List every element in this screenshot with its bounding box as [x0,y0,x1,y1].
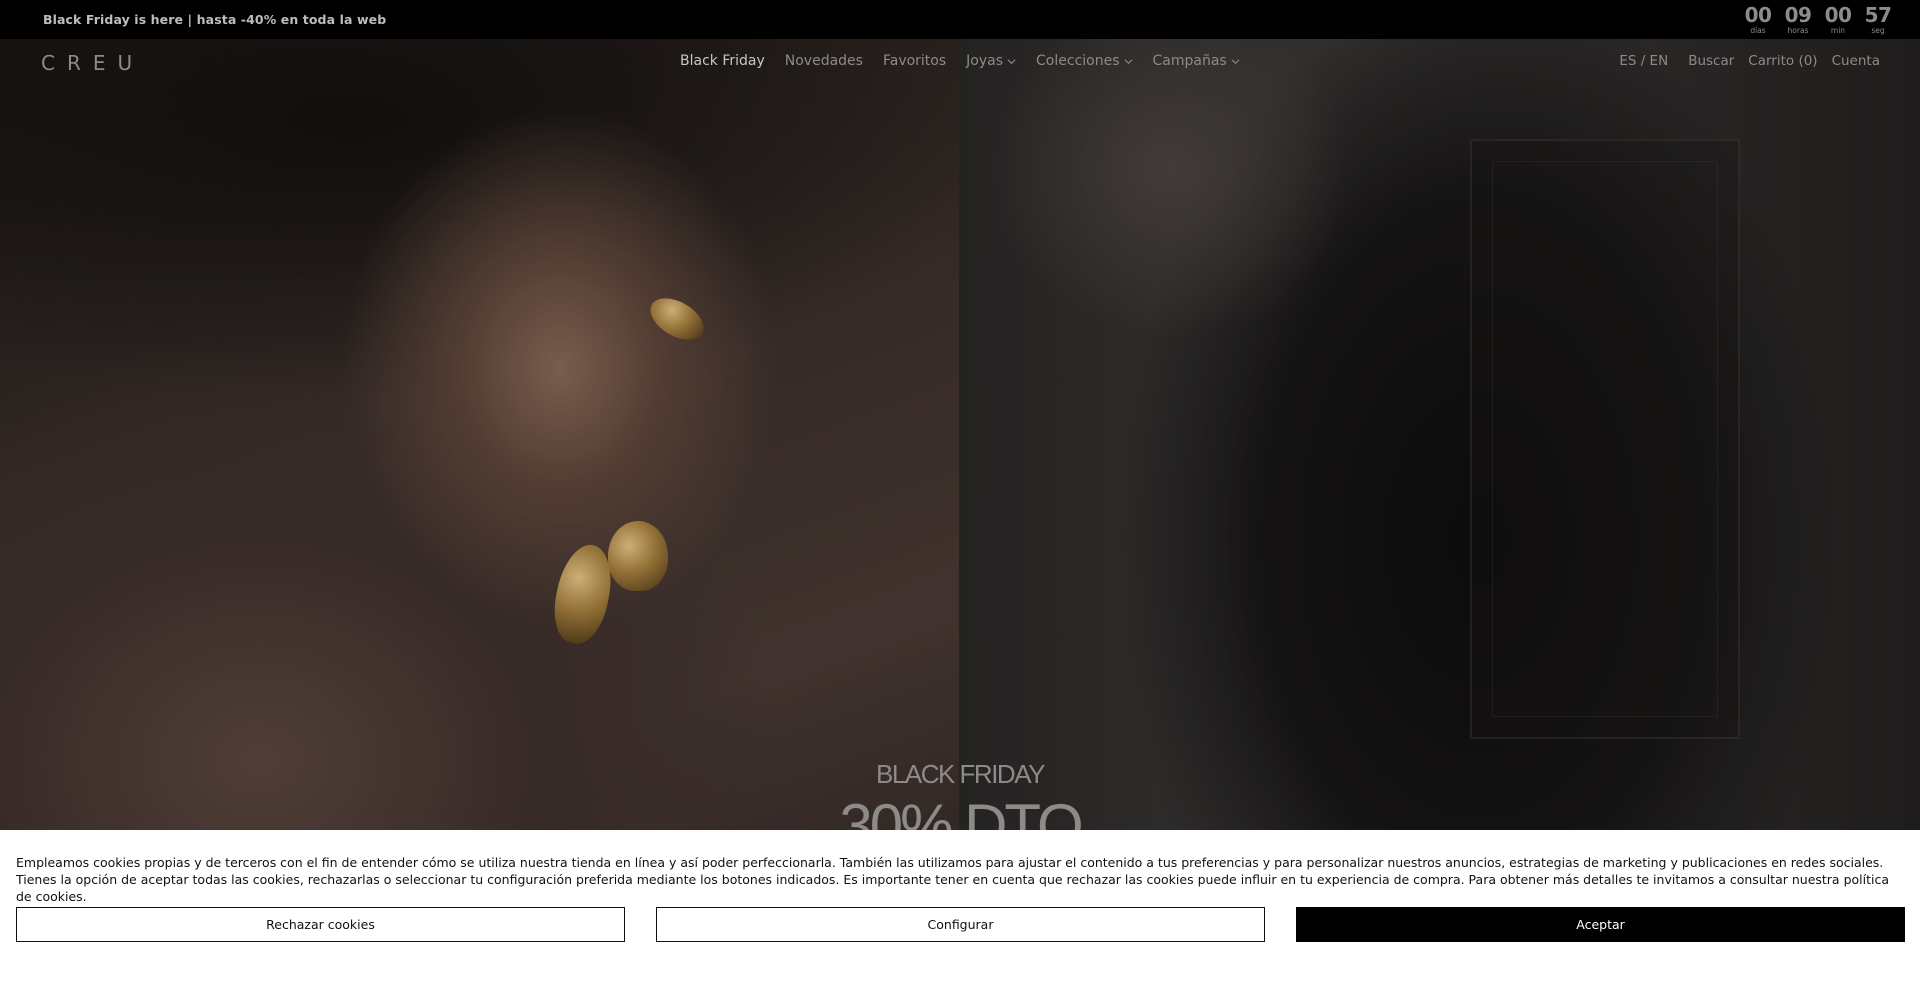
nav-item-label: Colecciones [1036,53,1120,69]
countdown-minutes: 00 min [1824,4,1852,35]
language-switcher[interactable]: ES / EN [1619,53,1668,69]
announcement-bar: Black Friday is here | hasta -40% en tod… [0,0,1920,39]
countdown-hours-label: horas [1787,26,1809,35]
countdown-seconds: 57 seg [1864,4,1892,35]
site-header: CREU Black Friday Novedades Favoritos Jo… [0,39,1920,85]
countdown-days-label: días [1750,26,1766,35]
nav-item-colecciones[interactable]: Colecciones [1036,53,1132,69]
nav-item-label: Black Friday [680,53,765,69]
promo-text: Black Friday is here | hasta -40% en tod… [43,12,387,27]
chevron-down-icon [1007,58,1016,64]
countdown-minutes-label: min [1830,26,1846,35]
hero-kicker: BLACK FRIDAY [876,759,1045,789]
countdown-hours-value: 09 [1784,3,1812,27]
countdown-days: 00 días [1744,4,1772,35]
nav-item-label: Novedades [784,53,863,69]
nav-item-label: Campañas [1152,53,1227,69]
nav-item-black-friday[interactable]: Black Friday [680,53,765,69]
countdown-days-value: 00 [1744,3,1772,27]
nav-item-favoritos[interactable]: Favoritos [883,53,946,69]
nav-item-label: Favoritos [882,53,947,69]
cookie-text: Empleamos cookies propias y de terceros … [16,855,1890,904]
configure-cookies-button[interactable]: Configurar [656,907,1265,942]
countdown-hours: 09 horas [1784,4,1812,35]
countdown-seconds-value: 57 [1864,3,1892,27]
chevron-down-icon [1124,58,1132,64]
account-link[interactable]: Cuenta [1832,53,1880,69]
countdown-timer: 00 días 09 horas 00 min 57 seg [1744,4,1892,35]
reject-cookies-button[interactable]: Rechazar cookies [16,907,625,942]
brand-logo[interactable]: CREU [41,51,144,75]
accept-cookies-button[interactable]: Aceptar [1296,907,1905,942]
cookie-actions: Rechazar cookies Configurar Aceptar [16,907,1905,942]
chevron-down-icon [1231,58,1240,64]
cookie-banner: Empleamos cookies propias y de terceros … [0,830,1920,993]
nav-item-joyas[interactable]: Joyas [966,53,1016,69]
utility-nav: ES / EN Buscar Carrito (0) Cuenta [1619,53,1880,69]
main-nav: Black Friday Novedades Favoritos Joyas C… [680,53,1240,69]
nav-item-novedades[interactable]: Novedades [785,53,863,69]
cart-link[interactable]: Carrito (0) [1748,53,1817,69]
countdown-seconds-label: seg [1871,26,1885,35]
nav-item-label: Joyas [966,53,1004,69]
countdown-minutes-value: 00 [1824,3,1852,27]
nav-item-campanas[interactable]: Campañas [1153,53,1240,69]
search-link[interactable]: Buscar [1688,53,1734,69]
